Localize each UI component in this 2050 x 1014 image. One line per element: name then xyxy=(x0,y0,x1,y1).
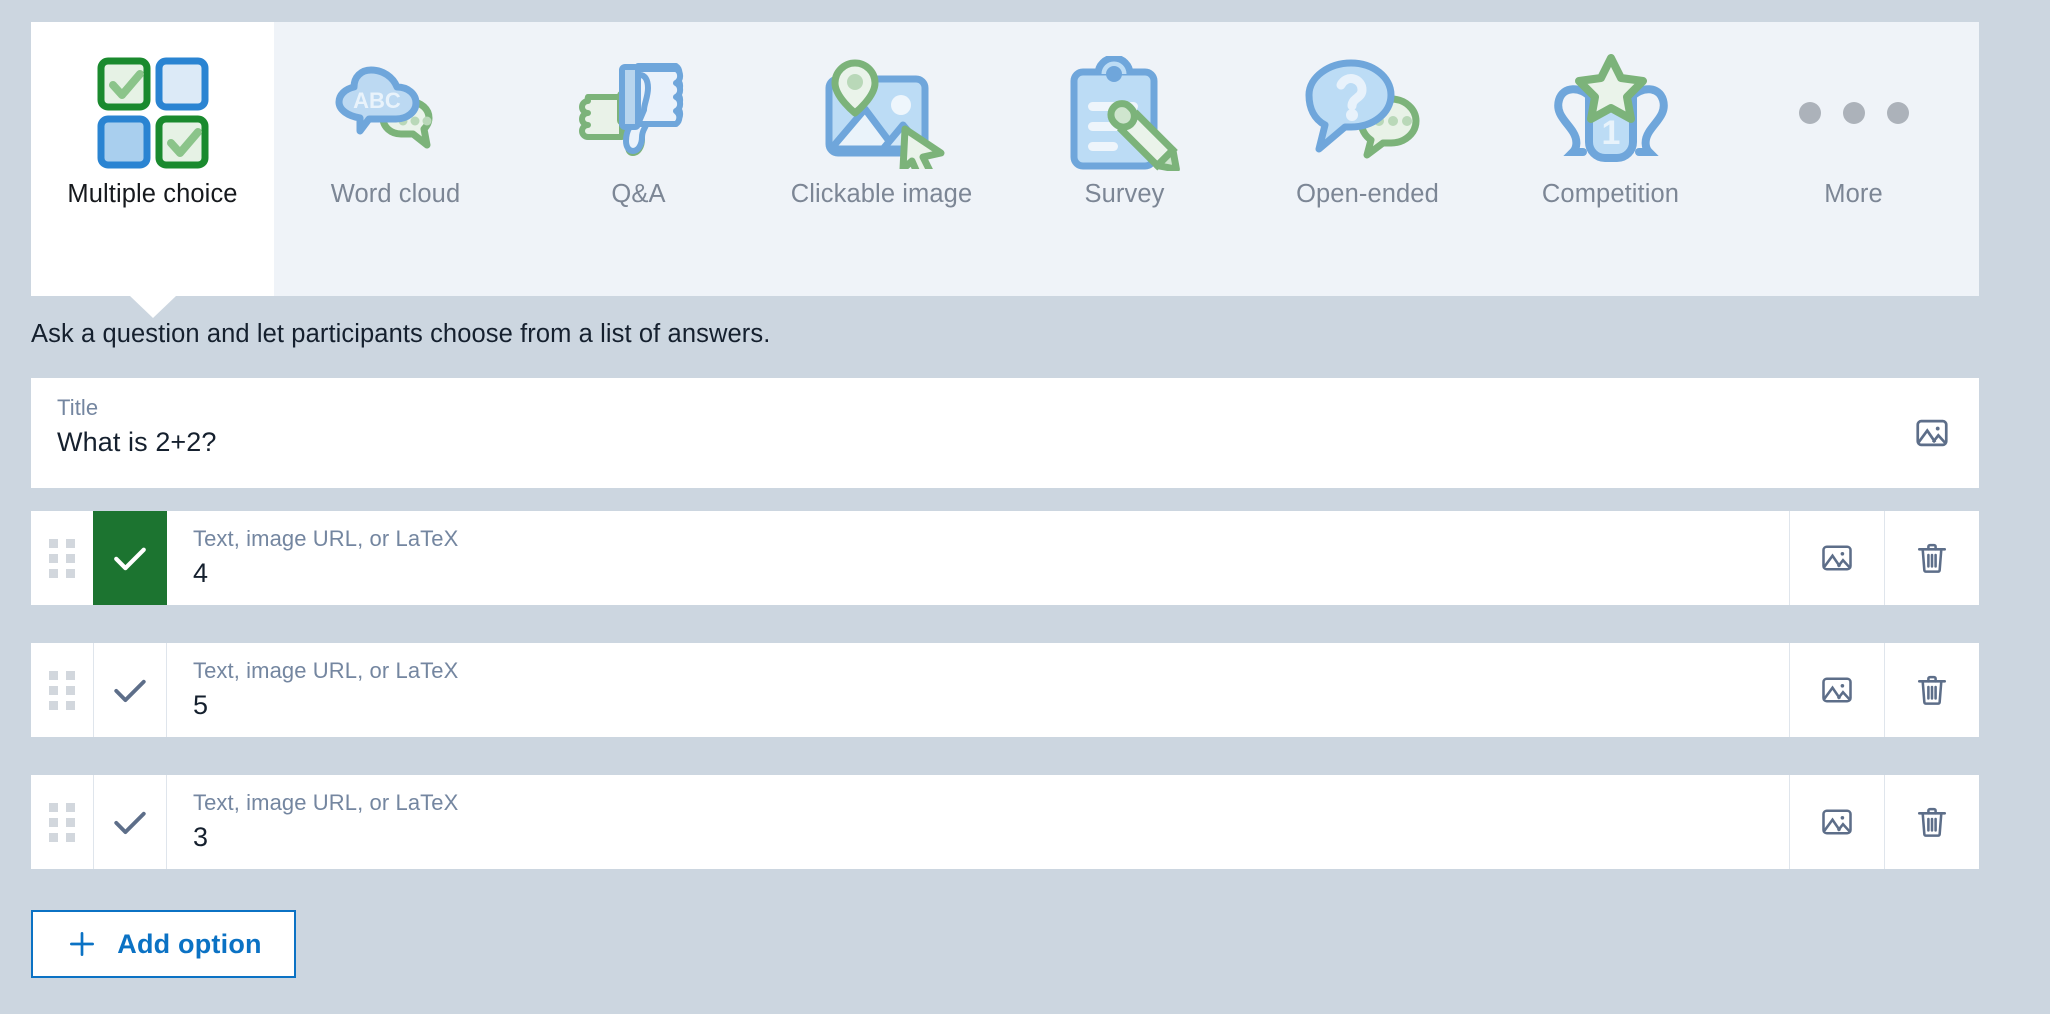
option-value: 3 xyxy=(193,822,209,852)
title-image-button[interactable] xyxy=(1884,378,1979,488)
title-value: What is 2+2? xyxy=(57,427,217,457)
option-input[interactable]: Text, image URL, or LaTeX 3 xyxy=(167,775,1789,869)
image-icon xyxy=(1915,419,1948,447)
type-tab-label: Multiple choice xyxy=(67,180,238,208)
add-option-label: Add option xyxy=(117,928,262,959)
image-icon xyxy=(1822,545,1852,571)
question-type-toolbar: Multiple choice ABC Word cloud Q&A Click… xyxy=(31,22,1979,296)
qa-thumbs-icon xyxy=(559,48,719,178)
checkmark-icon xyxy=(114,679,146,703)
question-type-description: Ask a question and let participants choo… xyxy=(31,320,771,348)
option-label: Text, image URL, or LaTeX xyxy=(193,526,459,551)
checkmark-icon xyxy=(114,811,146,835)
type-tab-open-ended[interactable]: Open-ended xyxy=(1246,22,1489,296)
title-input[interactable]: Title What is 2+2? xyxy=(31,378,1884,488)
option-input[interactable]: Text, image URL, or LaTeX 4 xyxy=(167,511,1789,605)
drag-handle[interactable] xyxy=(31,775,93,869)
trash-icon xyxy=(1917,543,1947,573)
type-tab-multiple-choice[interactable]: Multiple choice xyxy=(31,22,274,296)
question-editor-page: Multiple choice ABC Word cloud Q&A Click… xyxy=(0,0,2050,1014)
competition-trophy-icon: 1 xyxy=(1531,48,1691,178)
trash-icon xyxy=(1917,675,1947,705)
drag-handle[interactable] xyxy=(31,511,93,605)
option-delete-button[interactable] xyxy=(1884,511,1979,605)
open-ended-icon xyxy=(1288,48,1448,178)
type-tab-label: Survey xyxy=(1084,180,1165,208)
option-row: Text, image URL, or LaTeX 4 xyxy=(31,511,1979,605)
type-tab-more[interactable]: More xyxy=(1732,22,1975,296)
type-tab-clickable-image[interactable]: Clickable image xyxy=(760,22,1003,296)
type-tab-label: Open-ended xyxy=(1296,180,1439,208)
drag-handle[interactable] xyxy=(31,643,93,737)
option-delete-button[interactable] xyxy=(1884,775,1979,869)
more-dots-icon xyxy=(1774,48,1934,178)
option-row: Text, image URL, or LaTeX 5 xyxy=(31,643,1979,737)
add-option-button[interactable]: Add option xyxy=(31,910,296,978)
type-tab-label: More xyxy=(1824,180,1883,208)
option-input[interactable]: Text, image URL, or LaTeX 5 xyxy=(167,643,1789,737)
option-delete-button[interactable] xyxy=(1884,643,1979,737)
type-tab-label: Q&A xyxy=(611,180,666,208)
multiple-choice-icon xyxy=(73,48,233,178)
clickable-image-icon xyxy=(802,48,962,178)
plus-icon xyxy=(70,932,95,956)
checkmark-icon xyxy=(114,547,146,571)
svg-text:1: 1 xyxy=(1601,114,1620,152)
option-image-button[interactable] xyxy=(1789,511,1884,605)
type-tab-word-cloud[interactable]: ABC Word cloud xyxy=(274,22,517,296)
option-correct-toggle[interactable] xyxy=(93,643,167,737)
option-image-button[interactable] xyxy=(1789,775,1884,869)
option-row: Text, image URL, or LaTeX 3 xyxy=(31,775,1979,869)
type-tab-competition[interactable]: 1 Competition xyxy=(1489,22,1732,296)
option-value: 5 xyxy=(193,690,209,720)
option-image-button[interactable] xyxy=(1789,643,1884,737)
trash-icon xyxy=(1917,807,1947,837)
title-label: Title xyxy=(57,395,99,420)
survey-clipboard-icon xyxy=(1045,48,1205,178)
type-tab-label: Word cloud xyxy=(330,180,461,208)
title-field-card: Title What is 2+2? xyxy=(31,378,1979,488)
word-cloud-icon: ABC xyxy=(316,48,476,178)
type-tab-qa[interactable]: Q&A xyxy=(517,22,760,296)
type-tab-label: Clickable image xyxy=(790,180,973,208)
option-correct-toggle[interactable] xyxy=(93,775,167,869)
svg-text:ABC: ABC xyxy=(353,88,401,113)
type-tab-label: Competition xyxy=(1541,180,1680,208)
option-correct-toggle[interactable] xyxy=(93,511,167,605)
image-icon xyxy=(1822,677,1852,703)
drag-handle-icon xyxy=(49,802,75,842)
image-icon xyxy=(1822,809,1852,835)
type-tab-survey[interactable]: Survey xyxy=(1003,22,1246,296)
option-label: Text, image URL, or LaTeX xyxy=(193,658,459,683)
option-label: Text, image URL, or LaTeX xyxy=(193,790,459,815)
drag-handle-icon xyxy=(49,670,75,710)
option-value: 4 xyxy=(193,558,209,588)
drag-handle-icon xyxy=(49,538,75,578)
